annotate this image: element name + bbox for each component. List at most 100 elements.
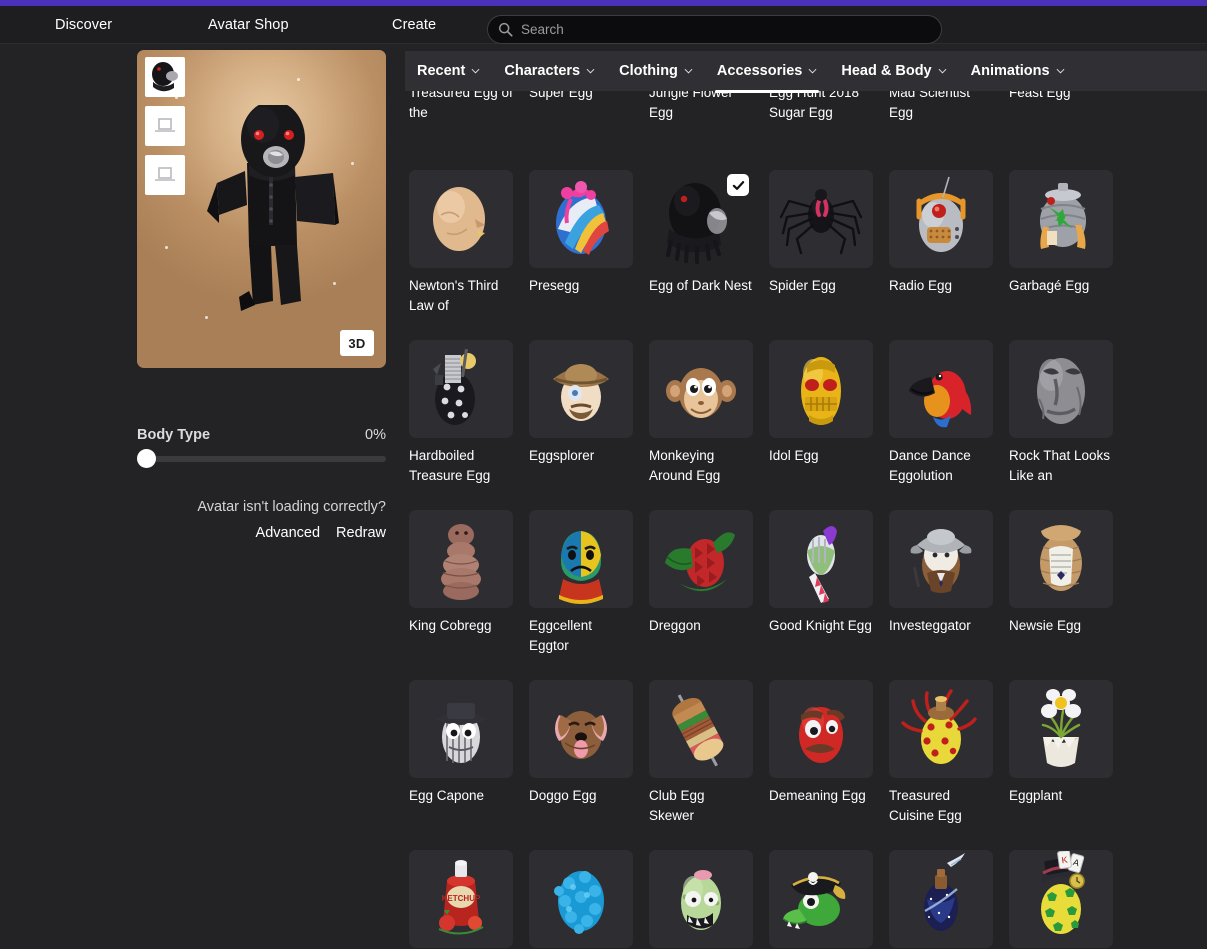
tab-animations[interactable]: Animations [959,51,1077,91]
catalog-item-thumbnail[interactable] [769,510,873,608]
top-navigation-bar: Discover Avatar Shop Create [0,6,1207,44]
catalog-item[interactable]: Doggo Egg [529,680,649,850]
catalog-item-thumbnail[interactable] [1009,680,1113,778]
nav-discover[interactable]: Discover [55,17,112,33]
tab-characters[interactable]: Characters [492,51,607,91]
catalog-item-thumbnail[interactable] [889,510,993,608]
equipped-check-badge[interactable] [727,174,749,196]
svg-text:KETCHUP: KETCHUP [442,894,481,903]
catalog-item[interactable]: AKTreasured Egg of [1009,850,1129,949]
catalog-item-thumbnail[interactable] [529,680,633,778]
catalog-item-label: Eggcellent Eggtor [529,618,593,653]
catalog-item[interactable]: Presegg [529,170,649,340]
catalog-item-thumbnail[interactable] [529,850,633,948]
body-type-label: Body Type [137,427,211,443]
catalog-item-thumbnail[interactable]: AK [1009,850,1113,948]
catalog-item-thumbnail[interactable] [769,170,873,268]
catalog-item-thumbnail[interactable] [529,170,633,268]
catalog-item[interactable]: Dance Dance Eggolution [889,340,1009,510]
catalog-item-thumbnail[interactable] [409,680,513,778]
catalog-item-thumbnail[interactable] [409,510,513,608]
catalog-item[interactable]: Monkeying Around Egg [649,340,769,510]
catalog-item-label: Egg Capone [409,788,485,803]
catalog-item-thumbnail[interactable] [769,340,873,438]
nav-create[interactable]: Create [392,17,436,33]
catalog-item-label: Spider Egg [769,278,836,293]
catalog-item[interactable]: Demeaning Egg [769,680,889,850]
nav-avatar-shop[interactable]: Avatar Shop [208,17,289,33]
catalog-item-label: Garbagé Egg [1009,278,1090,293]
catalog-item-thumbnail[interactable] [409,170,513,268]
view-3d-button[interactable]: 3D [340,330,374,356]
catalog-item-thumbnail[interactable] [409,340,513,438]
catalog-row: Egg Capone Doggo Egg Club Egg Skewer Demean… [405,680,1207,850]
catalog-item[interactable]: King Cobregg [409,510,529,680]
advanced-link[interactable]: Advanced [256,525,321,541]
catalog-item-label: Rock That Looks Like an [1009,448,1111,483]
avatar-thumb-equipped[interactable] [145,57,185,97]
avatar-thumb-slot-2[interactable] [145,106,185,146]
catalog-item-thumbnail[interactable] [1009,170,1113,268]
catalog-item[interactable]: Egg Capone [409,680,529,850]
catalog-item-thumbnail[interactable] [889,680,993,778]
catalog-item[interactable]: Spider Egg [769,170,889,340]
slider-track [137,456,386,462]
hat-placeholder-icon [155,167,175,181]
catalog-item[interactable]: Eggsplorer [529,340,649,510]
search-box[interactable] [487,15,942,44]
body-type-slider[interactable] [137,449,386,468]
catalog-item[interactable]: Idol Egg [769,340,889,510]
catalog-item-label: Idol Egg [769,448,819,463]
catalog-item[interactable]: Hardboiled Treasure Egg [409,340,529,510]
catalog-item-label: Monkeying Around Egg [649,448,721,483]
catalog-item[interactable]: KETCHUPEggchup [409,850,529,949]
catalog-item[interactable]: Dreggon [649,510,769,680]
catalog-item[interactable]: Egg of Dark Nest [649,170,769,340]
catalog-item-thumbnail[interactable] [649,510,753,608]
catalog-item-thumbnail[interactable] [769,680,873,778]
search-input[interactable] [521,22,931,37]
catalog-item[interactable]: Good Knight Egg [769,510,889,680]
catalog-item[interactable]: Eggcellent Eggtor [529,510,649,680]
catalog-item[interactable]: Egg of Wishes [889,850,1009,949]
catalog-item[interactable]: Radio Egg [889,170,1009,340]
catalog-item[interactable]: Investeggator [889,510,1009,680]
catalog-item[interactable]: Newsie Egg [1009,510,1129,680]
slider-knob[interactable] [137,449,156,468]
tab-label: Characters [504,63,581,79]
tab-head-body[interactable]: Head & Body [829,51,958,91]
catalog-item-thumbnail[interactable] [1009,510,1113,608]
avatar-preview[interactable]: 3D [137,50,386,368]
catalog-item[interactable]: Treasured Cuisine Egg [889,680,1009,850]
catalog-item[interactable]: Eggfection [649,850,769,949]
avatar-editor-panel: 3D Body Type 0% Avatar isn't loading cor… [0,45,405,949]
catalog-item-thumbnail[interactable] [649,850,753,948]
catalog-item-thumbnail[interactable]: KETCHUP [409,850,513,948]
tab-recent[interactable]: Recent [405,51,492,91]
catalog-item[interactable]: Alleggator [769,850,889,949]
catalog-item-thumbnail[interactable] [889,170,993,268]
catalog-item[interactable]: Newton's Third Law of [409,170,529,340]
catalog-item-label: Newton's Third Law of [409,278,499,313]
catalog-item-thumbnail[interactable] [889,340,993,438]
catalog-item-thumbnail[interactable] [1009,340,1113,438]
catalog-item[interactable]: Rock That Looks Like an [1009,340,1129,510]
catalog-item[interactable]: Garbagé Egg [1009,170,1129,340]
catalog-item[interactable]: Club Egg Skewer [649,680,769,850]
redraw-link[interactable]: Redraw [336,525,386,541]
sparkle [297,78,300,81]
tab-clothing[interactable]: Clothing [607,51,705,91]
chevron-down-icon [938,68,947,74]
avatar-thumb-slot-3[interactable] [145,155,185,195]
catalog-row: King Cobregg Eggcellent Eggtor Dreggon Good… [405,510,1207,680]
catalog-item[interactable]: Sugar Crystal Egg [529,850,649,949]
catalog-item-thumbnail[interactable] [889,850,993,948]
catalog-item-thumbnail[interactable] [649,340,753,438]
catalog-item-thumbnail[interactable] [529,510,633,608]
catalog-item[interactable]: Eggplant [1009,680,1129,850]
catalog-item-thumbnail[interactable] [529,340,633,438]
catalog-item-thumbnail[interactable] [769,850,873,948]
tab-accessories[interactable]: Accessories [705,51,829,93]
catalog-item-thumbnail[interactable] [649,170,753,268]
catalog-item-thumbnail[interactable] [649,680,753,778]
